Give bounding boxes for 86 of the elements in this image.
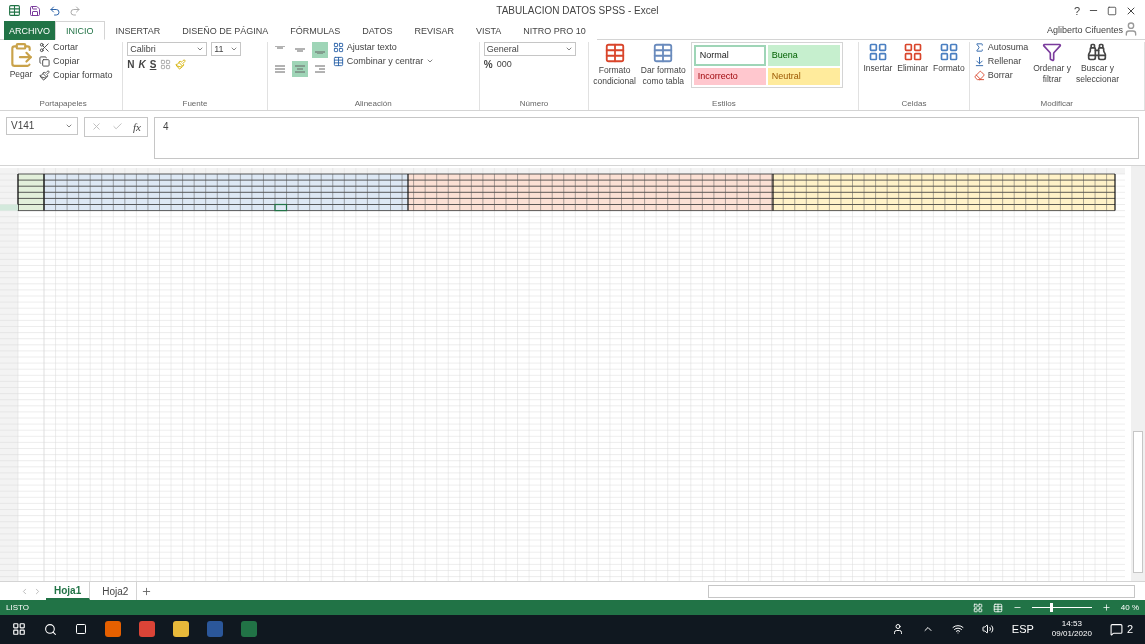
notification-icon — [1109, 622, 1123, 636]
editing-command-button[interactable]: Buscar y seleccionar — [1075, 41, 1119, 99]
cells-icon — [902, 41, 923, 62]
binoculars-icon — [1087, 41, 1108, 62]
group-label: Estilos — [711, 98, 737, 110]
editing-command-button[interactable]: Ordenar y filtrar — [1033, 41, 1071, 99]
merge-center-button[interactable]: Combinar y centrar — [332, 55, 435, 67]
cell-style-button[interactable]: Neutral — [767, 67, 840, 85]
clipboard-button[interactable]: Copiar — [39, 55, 113, 67]
language-indicator[interactable]: ESP — [1011, 623, 1034, 636]
start-icon[interactable] — [12, 622, 26, 637]
volume-icon[interactable] — [981, 623, 994, 636]
ribbon-tab[interactable]: INICIO — [55, 21, 105, 40]
page-layout-icon[interactable] — [992, 602, 1003, 613]
wrap-text-button[interactable]: Ajustar texto — [332, 41, 435, 53]
cells-command-button[interactable]: Insertar — [863, 41, 893, 99]
window-title: TABULACION DATOS SPSS - Excel — [495, 5, 660, 17]
funnel-icon — [1042, 41, 1063, 62]
font-size-field[interactable]: 11 — [211, 41, 242, 56]
help-button[interactable]: ? — [1073, 4, 1080, 17]
clock[interactable]: 14:53 09/01/2020 — [1051, 619, 1092, 640]
redo-icon[interactable] — [69, 4, 81, 17]
restore-icon[interactable] — [1107, 5, 1117, 16]
insert-function-button[interactable]: fx — [133, 120, 141, 133]
clipboard-action-icon — [39, 55, 50, 67]
clipboard-button[interactable]: Copiar formato — [39, 69, 113, 81]
align-lines-icon — [294, 45, 305, 54]
font-style-button[interactable]: S — [149, 58, 157, 70]
paste-button[interactable]: Pegar — [8, 41, 34, 99]
zoom-in-icon[interactable] — [1101, 603, 1111, 613]
task-view-icon[interactable] — [75, 623, 87, 636]
vertical-align-button[interactable] — [311, 41, 328, 58]
align-lines-icon — [314, 64, 325, 73]
group-label: Alineación — [353, 98, 393, 110]
zoom-level: 40 % — [1120, 603, 1139, 613]
number-format-field[interactable]: General — [483, 41, 576, 56]
cells-icon — [867, 41, 888, 62]
editing-icon — [973, 41, 985, 53]
undo-icon[interactable] — [49, 4, 61, 17]
font-style-button[interactable]: K — [138, 58, 146, 70]
cell-style-button[interactable]: Normal — [693, 44, 766, 66]
group-label: Fuente — [181, 98, 209, 110]
styles-command-button[interactable]: Formato condicional — [593, 41, 636, 99]
save-icon[interactable] — [29, 4, 41, 17]
search-icon[interactable] — [44, 622, 57, 636]
border-icon[interactable] — [160, 58, 172, 70]
editing-button[interactable]: Rellenar — [973, 55, 1029, 67]
group-label: Celdas — [900, 98, 928, 110]
align-lines-icon — [274, 64, 285, 73]
thousands-button[interactable]: 000 — [496, 59, 512, 70]
styles-command-button[interactable]: Dar formato como tabla — [640, 41, 686, 99]
cell-style-button[interactable]: Buena — [767, 44, 840, 66]
cells-command-button[interactable]: Eliminar — [897, 41, 928, 99]
status-text: LISTO — [6, 603, 29, 613]
people-icon[interactable] — [891, 623, 904, 636]
percent-button[interactable]: % — [483, 58, 493, 70]
fill-color-icon[interactable] — [175, 58, 187, 70]
editing-icon — [973, 69, 985, 81]
new-sheet-icon[interactable] — [141, 585, 153, 597]
notification-button[interactable]: 2 — [1109, 622, 1133, 636]
font-style-button[interactable]: N — [127, 58, 135, 70]
horizontal-align-button[interactable] — [291, 60, 308, 77]
user-name[interactable]: Agliberto Cifuentes — [1046, 25, 1123, 36]
name-box[interactable]: V141 — [6, 116, 78, 135]
cells-icon — [938, 41, 959, 62]
font-name-field[interactable]: Calibri — [127, 41, 208, 56]
table-icon — [652, 41, 675, 64]
group-label: Número — [518, 98, 550, 110]
editing-button[interactable]: Autosuma — [973, 41, 1029, 53]
table-icon — [603, 41, 626, 64]
align-lines-icon — [294, 64, 305, 73]
editing-icon — [973, 55, 985, 67]
group-label: Portapapeles — [38, 98, 88, 110]
clipboard-icon — [8, 41, 34, 68]
clipboard-button[interactable]: Cortar — [39, 41, 113, 53]
ribbon-tab[interactable]: ARCHIVO — [4, 21, 55, 40]
formula-input[interactable]: 4 — [153, 116, 1139, 159]
scrollbar-thumb[interactable] — [1133, 431, 1143, 574]
sheet-tab[interactable]: Hoja1 — [46, 582, 91, 601]
cells-command-button[interactable]: Formato — [933, 41, 965, 99]
clipboard-action-icon — [39, 69, 50, 81]
horizontal-scrollbar[interactable] — [708, 584, 1135, 598]
clipboard-action-icon — [39, 41, 50, 53]
cell-style-button[interactable]: Incorrecto — [693, 67, 766, 85]
editing-button[interactable]: Borrar — [973, 69, 1029, 81]
group-label: Modificar — [1039, 98, 1075, 110]
